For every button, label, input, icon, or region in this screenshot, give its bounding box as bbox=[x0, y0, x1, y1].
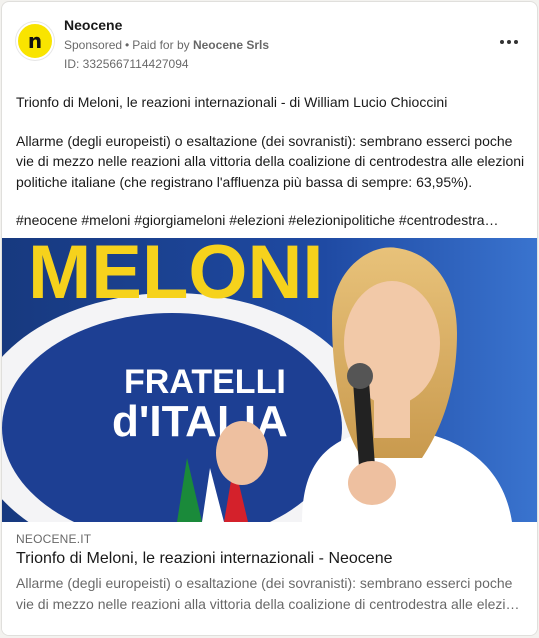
link-preview[interactable]: NEOCENE.IT Trionfo di Meloni, le reazion… bbox=[2, 522, 537, 635]
post-body: Trionfo di Meloni, le reazioni internazi… bbox=[16, 92, 526, 231]
post-hashtags[interactable]: #neocene #meloni #giorgiameloni #elezion… bbox=[16, 210, 526, 231]
neocene-logo-icon: n bbox=[27, 29, 43, 53]
post-header: n Neocene Sponsored • Paid for by Neocene … bbox=[2, 2, 537, 82]
banner-text: MELONI bbox=[28, 238, 324, 315]
post-image[interactable]: MELONI FRATELLI d'ITALIA bbox=[2, 238, 537, 522]
link-desc-line-1: Allarme (degli europeisti) o esaltazione… bbox=[16, 575, 513, 591]
ad-id: ID: 3325667114427094 bbox=[64, 57, 189, 71]
link-title[interactable]: Trionfo di Meloni, le reazioni internazi… bbox=[16, 548, 393, 570]
company-avatar[interactable]: n bbox=[16, 22, 54, 60]
more-horizontal-icon bbox=[500, 40, 518, 44]
link-desc-line-2: vie di mezzo nelle reazioni alla vittori… bbox=[16, 596, 526, 612]
more-options-button[interactable] bbox=[495, 28, 523, 56]
link-description: Allarme (degli europeisti) o esaltazione… bbox=[16, 573, 526, 615]
sponsored-label: Sponsored bbox=[64, 38, 123, 52]
dot-separator: • bbox=[125, 38, 130, 52]
campaign-photo: MELONI FRATELLI d'ITALIA bbox=[2, 238, 537, 522]
paid-for-by-name: Neocene Srls bbox=[192, 38, 270, 52]
sponsored-post-card: n Neocene Sponsored • Paid for by Neocene … bbox=[1, 1, 538, 636]
post-title-line: Trionfo di Meloni, le reazioni internazi… bbox=[16, 94, 448, 110]
post-meta: Neocene Sponsored • Paid for by Neocene Sr… bbox=[64, 16, 269, 73]
link-domain: NEOCENE.IT bbox=[16, 532, 92, 546]
paid-for-prefix: Paid for by bbox=[132, 38, 190, 52]
logo-line-1: FRATELLI bbox=[124, 363, 286, 401]
author-name[interactable]: Neocene bbox=[64, 16, 269, 34]
post-paragraph: Allarme (degli europeisti) o esaltazione… bbox=[16, 132, 525, 190]
sponsored-line: Sponsored • Paid for by Neocene Srls bbox=[64, 37, 269, 54]
